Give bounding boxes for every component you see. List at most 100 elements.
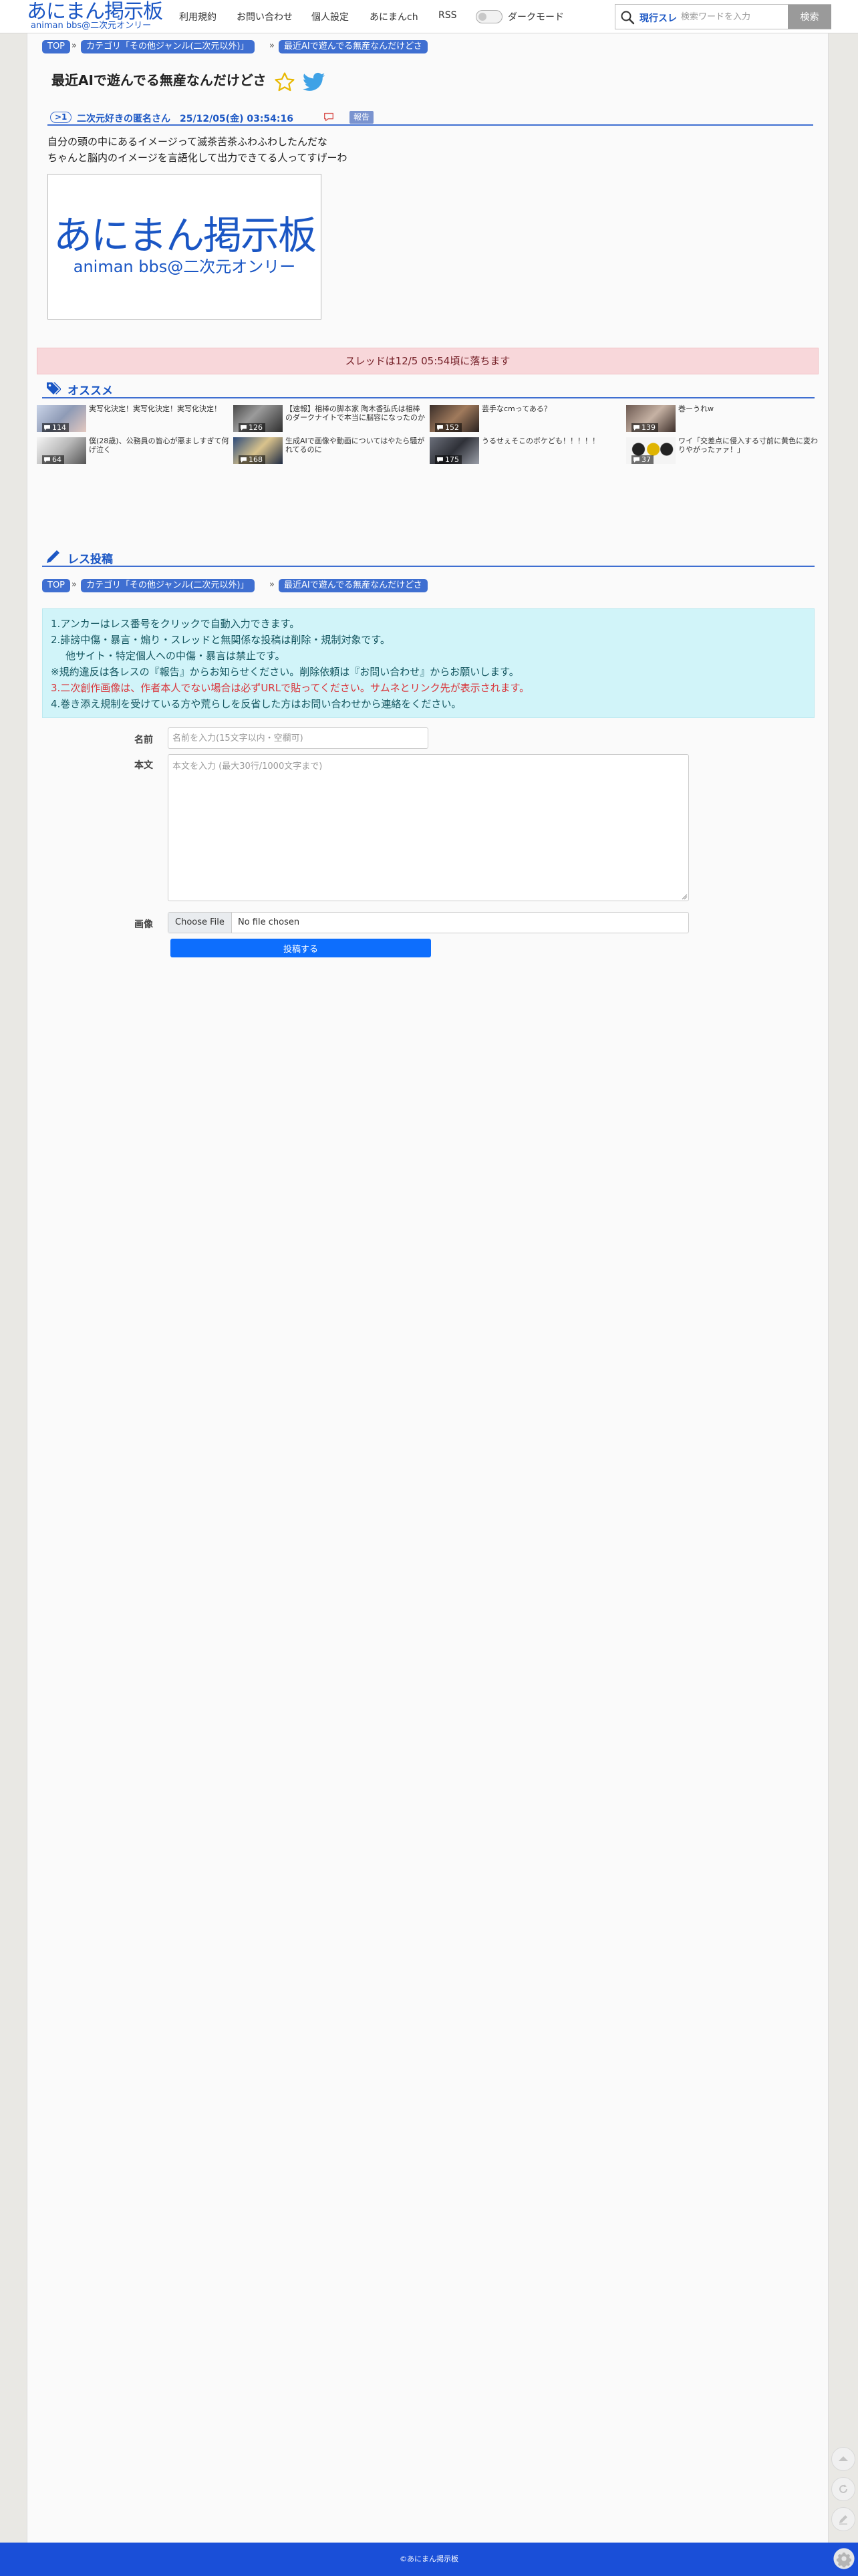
report-button[interactable]: 報告 <box>349 111 374 124</box>
reply-count: 37 <box>641 455 651 464</box>
thumbnail[interactable]: 114 <box>37 405 86 432</box>
write-post-button[interactable] <box>831 2507 855 2531</box>
search-box: 現行スレ 検索 <box>615 4 831 29</box>
rule-line: 4.巻き添え規制を受けている方や荒らしを反省した方はお問い合わせから連絡をくださ… <box>51 698 462 710</box>
logo-sub-text[interactable]: animan bbs@二次元オンリー <box>31 21 151 31</box>
rule-line: 2.誹謗中傷・暴言・煽り・スレッドと無関係な投稿は削除・規制対象です。 <box>51 634 390 646</box>
breadcrumb-thread[interactable]: 最近AIで遊んでる無産なんだけどさ <box>279 579 428 592</box>
search-scope-select[interactable]: 現行スレ <box>639 11 677 25</box>
favorite-star-icon[interactable] <box>273 71 296 94</box>
copyright-text: ©あにまん掲示板 <box>400 2555 458 2563</box>
post-body-line: ちゃんと脳内のイメージを言語化して出力できてる人ってすげーわ <box>47 152 347 164</box>
recommend-header: オススメ <box>42 380 815 398</box>
body-textarea[interactable] <box>168 754 689 901</box>
image-file-input[interactable]: Choose File No file chosen <box>168 912 689 933</box>
comment-icon <box>241 425 247 431</box>
site-footer: ©あにまん掲示板 <box>0 2543 858 2576</box>
reply-bubble-icon[interactable] <box>323 111 335 123</box>
name-label: 名前 <box>134 735 153 745</box>
recommend-item[interactable]: 114 実写化決定！実写化決定！実写化決定！ <box>37 404 231 435</box>
recommend-item[interactable]: 152 芸手なcmってある？ <box>430 404 623 435</box>
breadcrumb-separator: » <box>72 580 77 590</box>
comment-icon <box>437 457 443 463</box>
breadcrumb-top[interactable]: TOP <box>42 40 71 53</box>
comment-icon <box>44 457 50 463</box>
post-image-logo-text: あにまん掲示板 <box>53 213 317 258</box>
comment-icon <box>437 425 443 431</box>
post-image[interactable]: あにまん掲示板 animan bbs@二次元オンリー <box>47 174 321 320</box>
site-header: あにまん掲示板 animan bbs@二次元オンリー 利用規約 お問い合わせ 個… <box>0 0 858 33</box>
reply-count: 139 <box>641 423 656 432</box>
recommend-item-title[interactable]: 僕(28歳)、公務員の皆心が悪ましすぎて何げ泣く <box>89 437 229 454</box>
recommend-item[interactable]: 126 【速報】相棒の脚本家 陶木香弘氏は相棒のダークナイトで本当に脳容になった… <box>233 404 427 435</box>
file-status: No file chosen <box>238 917 300 927</box>
posting-rules: 1.アンカーはレス番号をクリックで自動入力できます。 2.誹謗中傷・暴言・煽り・… <box>42 608 815 718</box>
comment-icon <box>241 457 247 463</box>
search-input[interactable] <box>681 7 788 26</box>
rule-line: 1.アンカーはレス番号をクリックで自動入力できます。 <box>51 618 300 630</box>
nav-rss[interactable]: RSS <box>438 10 457 21</box>
edit-icon <box>839 2515 847 2525</box>
twitter-share-icon[interactable] <box>303 72 325 92</box>
breadcrumb-separator: » <box>269 41 275 51</box>
thumbnail[interactable]: 175 <box>430 437 479 464</box>
reply-count: 64 <box>52 455 61 464</box>
recommend-item[interactable]: 37 ワイ「交差点に侵入する寸前に黄色に変わりやがったァァ！」 <box>626 437 820 467</box>
thumbnail[interactable]: 37 <box>626 437 676 464</box>
breadcrumb-category[interactable]: カテゴリ「その他ジャンル(二次元以外)」 <box>81 40 255 53</box>
reply-form-title: レス投稿 <box>67 553 113 566</box>
recommend-item[interactable]: 64 僕(28歳)、公務員の皆心が悪ましすぎて何げ泣く <box>37 437 231 467</box>
submit-post-button[interactable]: 投稿する <box>170 939 431 957</box>
reply-count-badge: 152 <box>435 423 462 432</box>
site-logo[interactable]: あにまん掲示板 animan bbs@二次元オンリー <box>27 0 167 33</box>
recommend-item[interactable]: 139 巻ーうれw <box>626 404 820 435</box>
darkmode-label: ダークモード <box>508 12 564 23</box>
reload-button[interactable] <box>831 2477 855 2501</box>
breadcrumb-category[interactable]: カテゴリ「その他ジャンル(二次元以外)」 <box>81 579 255 592</box>
reply-count-badge: 114 <box>42 423 69 432</box>
search-button[interactable]: 検索 <box>788 5 831 29</box>
nav-animanch[interactable]: あにまんch <box>370 10 418 23</box>
breadcrumb-thread[interactable]: 最近AIで遊んでる無産なんだけどさ <box>279 40 428 53</box>
recommend-item[interactable]: 175 うるせぇそこのボケども！！！！！ <box>430 437 623 467</box>
rule-line: 他サイト・特定個人への中傷・暴言は禁止です。 <box>65 650 285 662</box>
darkmode-toggle[interactable] <box>476 10 503 23</box>
thread-expiry-notice: スレッドは12/5 05:54頃に落ちます <box>37 348 819 374</box>
comment-icon <box>44 425 50 431</box>
breadcrumb-top[interactable]: TOP <box>42 579 71 592</box>
thumbnail[interactable]: 152 <box>430 405 479 432</box>
reply-count-badge: 64 <box>42 455 64 464</box>
recommend-item-title[interactable]: 芸手なcmってある？ <box>482 404 622 413</box>
rule-line: ※規約違反は各レスの『報告』からお知らせください。削除依頼は『お問い合わせ』から… <box>51 666 519 678</box>
name-field[interactable] <box>168 727 428 749</box>
reply-count: 152 <box>445 423 459 432</box>
thumbnail[interactable]: 168 <box>233 437 283 464</box>
nav-settings[interactable]: 個人設定 <box>311 10 349 23</box>
reply-form-header: レス投稿 <box>42 548 815 567</box>
thumbnail[interactable]: 139 <box>626 405 676 432</box>
post-number[interactable]: >1 <box>50 112 72 123</box>
thumbnail[interactable]: 64 <box>37 437 86 464</box>
recommend-title: オススメ <box>67 384 113 398</box>
toggle-knob <box>478 13 486 21</box>
post-body: 自分の頭の中にあるイメージって滅茶苦茶ふわふわしたんだな ちゃんと脳内のイメージ… <box>47 134 347 166</box>
choose-file-button[interactable]: Choose File <box>168 913 232 933</box>
reply-count-badge: 175 <box>435 455 462 464</box>
nav-terms[interactable]: 利用規約 <box>179 10 217 23</box>
reply-count-badge: 168 <box>239 455 265 464</box>
recommend-item-title[interactable]: うるせぇそこのボケども！！！！！ <box>482 437 622 445</box>
recommend-item[interactable]: 168 生成AIで画像や動画についてはやたら騒がれてるのに <box>233 437 427 467</box>
resize-handle-icon[interactable] <box>681 893 688 900</box>
scroll-top-button[interactable] <box>831 2447 855 2471</box>
recommend-item-title[interactable]: 実写化決定！実写化決定！実写化決定！ <box>89 404 229 413</box>
recommend-item-title[interactable]: 生成AIで画像や動画についてはやたら騒がれてるのに <box>285 437 426 454</box>
nav-contact[interactable]: お問い合わせ <box>237 10 293 23</box>
reply-count-badge: 139 <box>631 423 658 432</box>
thumbnail[interactable]: 126 <box>233 405 283 432</box>
recommend-item-title[interactable]: 【速報】相棒の脚本家 陶木香弘氏は相棒のダークナイトで本当に脳容になったのか <box>285 404 426 422</box>
recommend-item-title[interactable]: 巻ーうれw <box>678 404 819 413</box>
main-content: TOP » カテゴリ「その他ジャンル(二次元以外)」 » 最近AIで遊んでる無産… <box>27 33 829 2543</box>
gear-icon[interactable] <box>833 2547 855 2570</box>
recommend-item-title[interactable]: ワイ「交差点に侵入する寸前に黄色に変わりやがったァァ！」 <box>678 437 819 454</box>
pencil-icon <box>47 550 59 563</box>
